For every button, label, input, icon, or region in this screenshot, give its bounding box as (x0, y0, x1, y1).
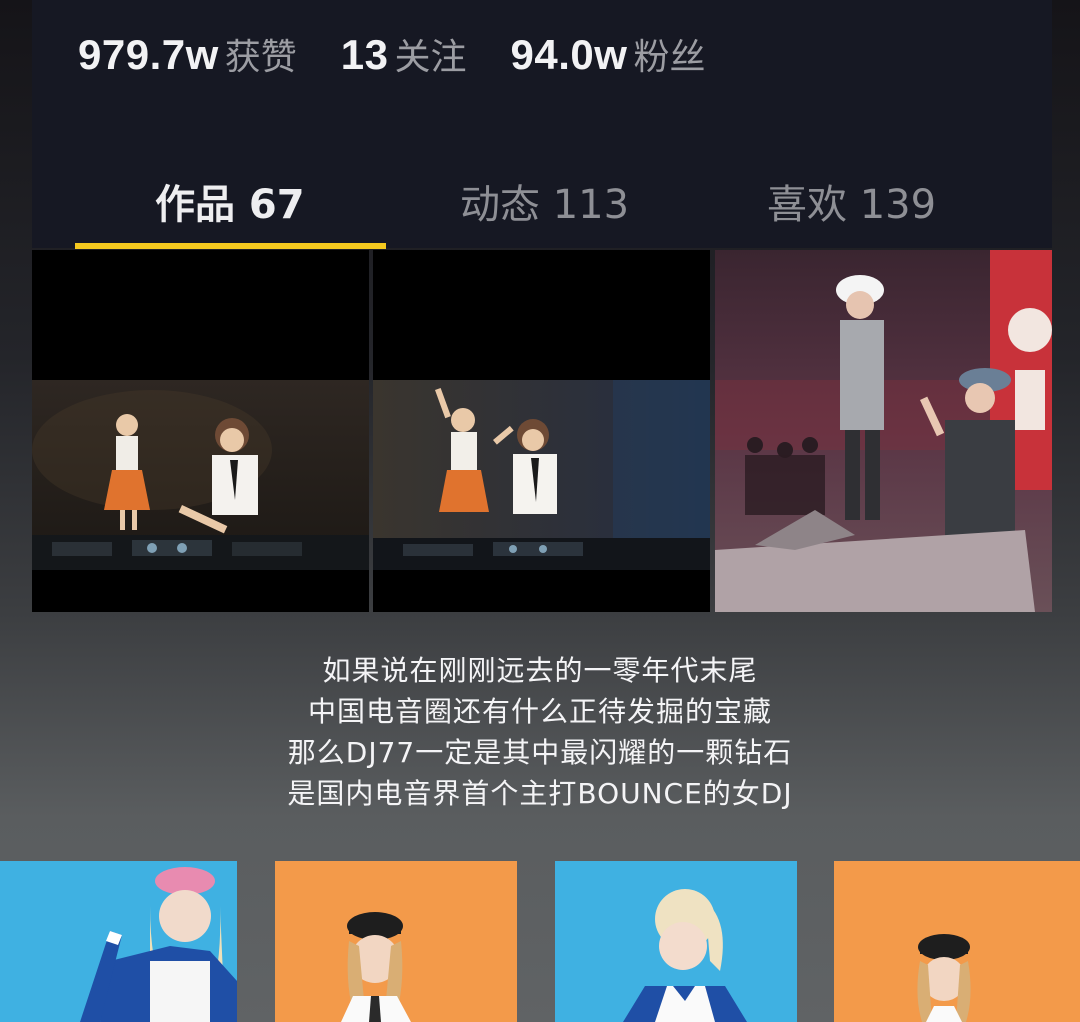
following-count: 13 (340, 31, 389, 78)
video-thumbnail[interactable] (715, 250, 1052, 612)
profile-photo-image (275, 861, 517, 1022)
caption-text: 如果说在刚刚远去的一零年代末尾 中国电音圈还有什么正待发掘的宝藏 那么DJ77一… (0, 650, 1080, 814)
video-thumbnail-image (373, 250, 710, 612)
likes-stat[interactable]: 979.7w 获赞 (78, 28, 297, 80)
tab-likes[interactable]: 喜欢 139 (767, 172, 936, 230)
profile-photo-image (555, 861, 797, 1022)
profile-photo (275, 861, 517, 1022)
photo-strip (0, 861, 1080, 1022)
profile-photo (0, 861, 237, 1022)
profile-tabs: 作品 67 动态 113 喜欢 139 (32, 150, 1052, 249)
profile-photo-image (834, 861, 1080, 1022)
profile-panel: 979.7w 获赞 13 关注 94.0w 粉丝 作品 67 动态 113 喜欢… (32, 0, 1052, 249)
active-tab-indicator (75, 243, 386, 249)
following-stat[interactable]: 13 关注 (341, 28, 467, 80)
video-thumbnail-image (32, 250, 369, 612)
profile-photo-image (0, 861, 237, 1022)
followers-stat[interactable]: 94.0w 粉丝 (511, 28, 706, 80)
caption-line: 如果说在刚刚远去的一零年代末尾 (322, 654, 758, 687)
video-thumbnail-image (715, 250, 1052, 612)
stats-row: 979.7w 获赞 13 关注 94.0w 粉丝 (78, 28, 749, 80)
likes-count: 979.7w (78, 31, 219, 78)
caption-line: 是国内电音界首个主打BOUNCE的女DJ (287, 777, 793, 810)
video-thumbnail[interactable] (373, 250, 710, 612)
caption-line: 那么DJ77一定是其中最闪耀的一颗钻石 (287, 736, 793, 769)
following-label: 关注 (394, 37, 467, 78)
likes-label: 获赞 (224, 37, 297, 78)
tab-works[interactable]: 作品 67 (155, 172, 305, 230)
video-grid (32, 250, 1052, 612)
followers-count: 94.0w (510, 31, 628, 78)
followers-label: 粉丝 (633, 37, 706, 78)
video-thumbnail[interactable] (32, 250, 369, 612)
profile-photo (555, 861, 797, 1022)
tab-moments[interactable]: 动态 113 (460, 172, 629, 230)
profile-photo (834, 861, 1080, 1022)
caption-line: 中国电音圈还有什么正待发掘的宝藏 (307, 695, 772, 728)
